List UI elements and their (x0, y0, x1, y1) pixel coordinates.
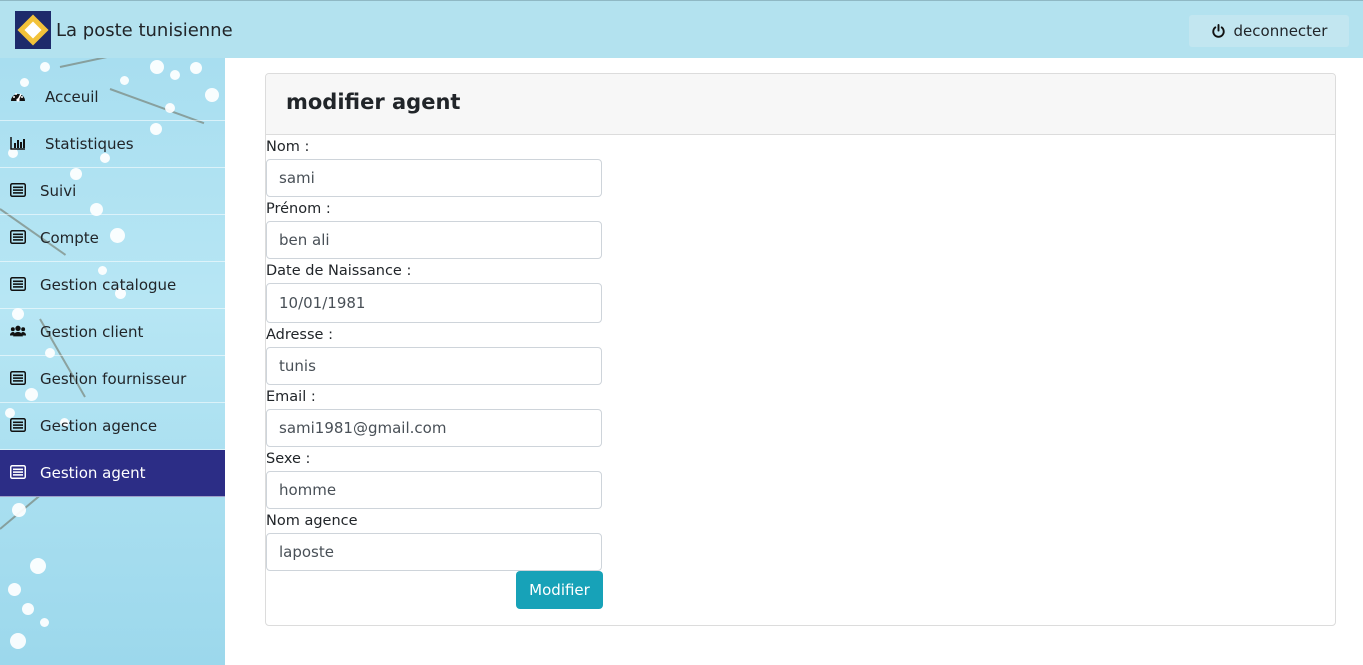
list-icon (10, 277, 26, 291)
sidebar: Acceuil Statistiques Suivi Compte Gestio… (0, 58, 225, 665)
sidebar-item-label: Acceuil (45, 88, 99, 106)
sidebar-item-label: Gestion catalogue (40, 276, 177, 294)
list-icon (10, 418, 26, 432)
sidebar-item-gestion-agence[interactable]: Gestion agence (0, 403, 225, 450)
bar-chart-icon (10, 137, 25, 150)
list-icon (10, 371, 26, 385)
sexe-input[interactable] (266, 471, 602, 509)
list-icon (10, 183, 26, 197)
prenom-input[interactable] (266, 221, 602, 259)
sidebar-nav: Acceuil Statistiques Suivi Compte Gestio… (0, 74, 225, 497)
page-title: modifier agent (286, 90, 461, 114)
sidebar-item-gestion-fournisseur[interactable]: Gestion fournisseur (0, 356, 225, 403)
email-label: Email : (266, 389, 316, 405)
logo-diamond-shape (17, 14, 49, 46)
nom-input[interactable] (266, 159, 602, 197)
users-icon (10, 325, 26, 337)
date-naissance-label: Date de Naissance : (266, 263, 412, 279)
sidebar-item-compte[interactable]: Compte (0, 215, 225, 262)
sidebar-item-gestion-client[interactable]: Gestion client (0, 309, 225, 356)
sexe-label: Sexe : (266, 451, 311, 467)
list-icon (10, 230, 26, 244)
sidebar-item-label: Statistiques (45, 135, 134, 153)
sidebar-item-label: Suivi (40, 182, 77, 200)
card-header: modifier agent (266, 74, 1335, 135)
sidebar-item-label: Gestion agence (40, 417, 158, 435)
sidebar-item-suivi[interactable]: Suivi (0, 168, 225, 215)
adresse-input[interactable] (266, 347, 602, 385)
sidebar-item-gestion-agent[interactable]: Gestion agent (0, 450, 225, 497)
prenom-label: Prénom : (266, 201, 331, 217)
modifier-button[interactable]: Modifier (516, 571, 603, 609)
sidebar-item-statistiques[interactable]: Statistiques (0, 121, 225, 168)
sidebar-item-label: Gestion fournisseur (40, 370, 187, 388)
brand-logo[interactable] (15, 11, 51, 49)
top-navbar: La poste tunisienne deconnecter (0, 0, 1363, 58)
nom-agence-input[interactable] (266, 533, 602, 571)
email-input[interactable] (266, 409, 602, 447)
sidebar-item-label: Gestion client (40, 323, 144, 341)
adresse-label: Adresse : (266, 327, 333, 343)
sidebar-item-gestion-catalogue[interactable]: Gestion catalogue (0, 262, 225, 309)
dashboard-icon (11, 93, 25, 102)
nom-label: Nom : (266, 139, 310, 155)
logout-button[interactable]: deconnecter (1189, 15, 1349, 47)
edit-agent-card: modifier agent Nom : Prénom : Date de Na… (265, 73, 1336, 626)
sidebar-item-label: Compte (40, 229, 99, 247)
list-icon (10, 465, 26, 479)
nom-agence-label: Nom agence (266, 513, 358, 529)
sidebar-item-label: Gestion agent (40, 464, 146, 482)
date-naissance-input[interactable] (266, 283, 602, 323)
logout-label: deconnecter (1233, 22, 1328, 40)
power-icon (1211, 23, 1225, 38)
brand-name[interactable]: La poste tunisienne (56, 20, 233, 41)
sidebar-item-acceuil[interactable]: Acceuil (0, 74, 225, 121)
